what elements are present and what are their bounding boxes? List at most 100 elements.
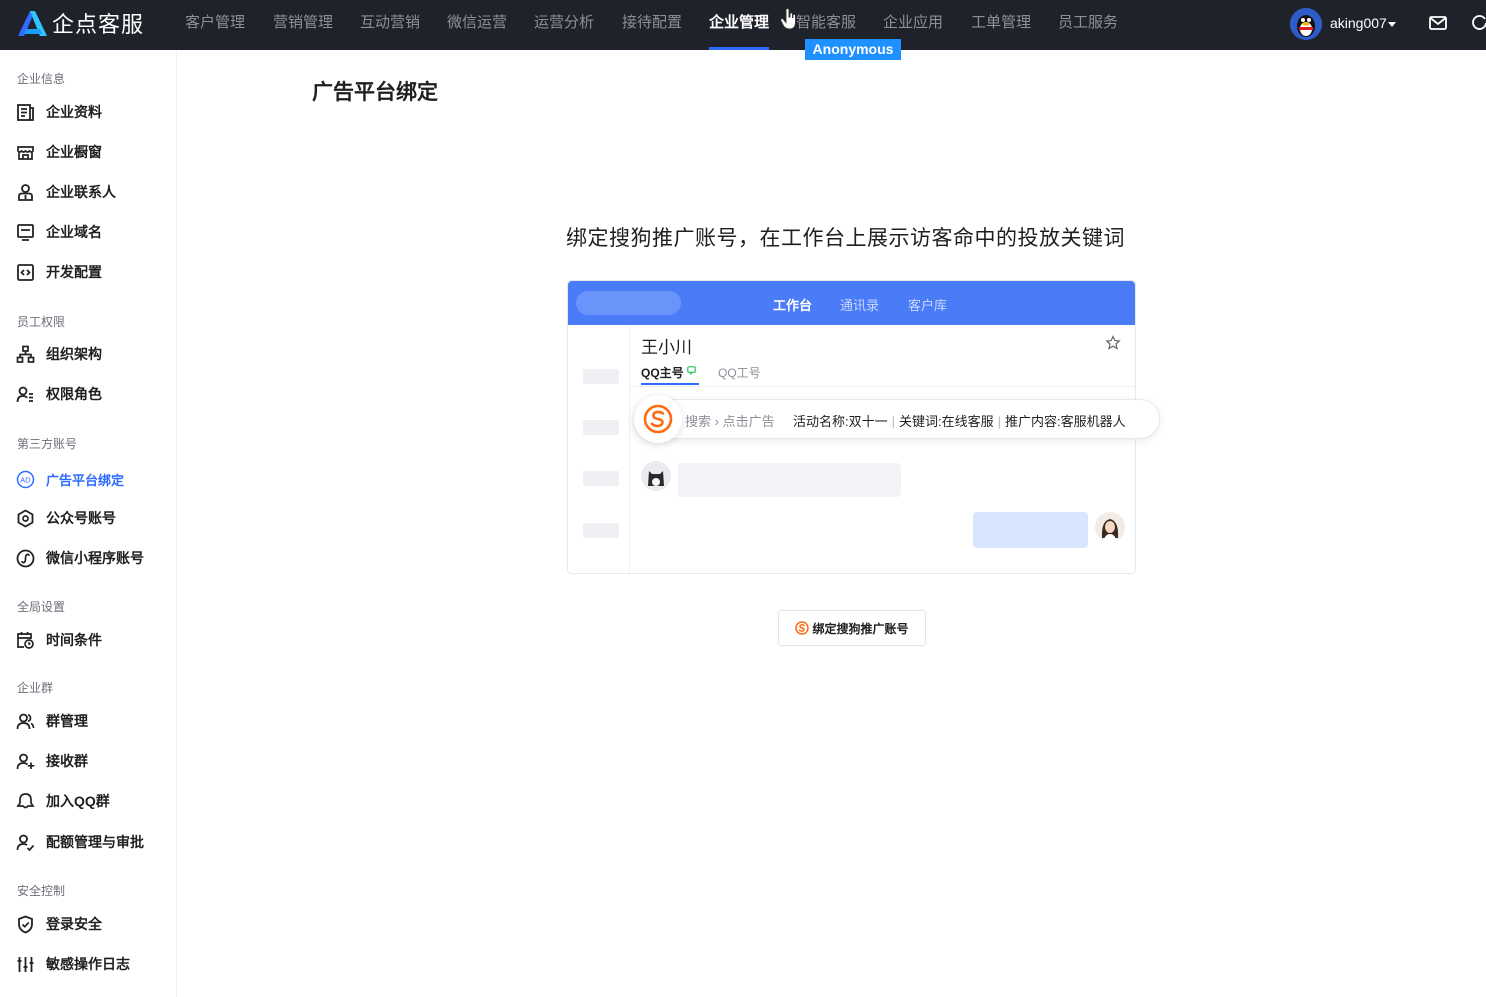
agent-avatar xyxy=(1095,512,1125,542)
visitor-message-placeholder xyxy=(678,463,901,497)
sidebar-item-enterprise-profile[interactable]: 企业资料 xyxy=(0,94,176,130)
sidebar-group-staff-permissions: 员工权限 xyxy=(17,315,66,329)
preview-tab-qq-work: QQ工号 xyxy=(718,366,761,380)
nav-interactive-marketing[interactable]: 互动营销 xyxy=(360,0,420,50)
bind-button-label: 绑定搜狗推广账号 xyxy=(812,621,909,636)
ad-campaign-name: 活动名称:双十一 xyxy=(793,414,888,429)
sidebar-item-permission-roles[interactable]: 权限角色 xyxy=(0,376,176,412)
preview-session-list xyxy=(568,325,630,573)
separator: | xyxy=(997,414,1002,429)
ad-badge-icon: AD xyxy=(16,470,35,488)
sidebar-item-label: 群管理 xyxy=(46,713,88,729)
sidebar-item-time-conditions[interactable]: 时间条件 xyxy=(0,622,176,658)
sidebar-item-label: 开发配置 xyxy=(46,264,102,280)
ad-content: 推广内容:客服机器人 xyxy=(1005,414,1126,429)
preview-contact-name: 王小川 xyxy=(641,338,692,357)
user-avatar[interactable] xyxy=(1290,8,1322,40)
agent-message-placeholder xyxy=(973,512,1088,548)
group-icon xyxy=(16,713,35,729)
username[interactable]: aking007 xyxy=(1330,15,1387,31)
sidebar-item-enterprise-contacts[interactable]: 企业联系人 xyxy=(0,174,176,210)
anonymous-tag: Anonymous xyxy=(805,39,901,60)
sidebar-item-join-qq-group[interactable]: 加入QQ群 xyxy=(0,783,176,819)
cat-avatar-icon xyxy=(641,461,671,491)
penguin-avatar-icon xyxy=(1290,8,1322,40)
preview-header: 工作台 通讯录 客户库 xyxy=(568,281,1135,325)
sidebar-item-enterprise-showcase[interactable]: 企业橱窗 xyxy=(0,134,176,170)
sidebar-group-security-control: 安全控制 xyxy=(17,884,66,898)
sidebar-item-label: 企业资料 xyxy=(46,104,102,120)
nav-enterprise-management[interactable]: 企业管理 xyxy=(709,0,769,50)
sogou-logo xyxy=(634,395,682,443)
bind-sogou-account-button[interactable]: 绑定搜狗推广账号 xyxy=(778,610,926,646)
sidebar-item-label: 敏感操作日志 xyxy=(46,956,130,972)
nav-customer-management[interactable]: 客户管理 xyxy=(185,0,245,50)
star-icon xyxy=(1105,335,1121,350)
sidebar-item-ad-platform-binding[interactable]: AD 广告平台绑定 xyxy=(0,461,176,497)
hand-cursor-icon xyxy=(780,8,796,30)
active-nav-indicator xyxy=(709,47,769,50)
refresh-icon[interactable] xyxy=(1472,15,1486,31)
sidebar-group-global-settings: 全局设置 xyxy=(17,600,66,614)
user-menu-caret-icon[interactable] xyxy=(1388,22,1396,27)
ad-source-path: 搜索 › 点击广告 xyxy=(685,411,775,430)
logo-icon xyxy=(18,11,47,36)
preview-tab-qq-main: QQ主号 xyxy=(641,366,684,380)
nav-marketing-management[interactable]: 营销管理 xyxy=(273,0,333,50)
sidebar-item-login-security[interactable]: 登录安全 xyxy=(0,906,176,942)
woman-avatar-icon xyxy=(1095,512,1125,542)
page-title: 广告平台绑定 xyxy=(312,81,438,104)
sidebar-item-label: 组织架构 xyxy=(46,346,102,362)
mail-icon[interactable] xyxy=(1429,16,1447,30)
nav-employee-service[interactable]: 员工服务 xyxy=(1058,0,1118,50)
placeholder-bar xyxy=(583,420,619,435)
sidebar-item-quota-approval[interactable]: 配额管理与审批 xyxy=(0,824,176,860)
separator: | xyxy=(891,414,896,429)
sogou-icon xyxy=(643,404,673,434)
preview-tab-customer-base: 客户库 xyxy=(908,298,948,313)
top-navigation-bar: 企点客服 客户管理 营销管理 互动营销 微信运营 运营分析 接待配置 企业管理 … xyxy=(0,0,1486,60)
preview-divider xyxy=(630,386,1135,387)
placeholder-bar xyxy=(583,523,619,538)
sliders-icon xyxy=(17,956,34,972)
sidebar-item-dev-config[interactable]: 开发配置 xyxy=(0,254,176,290)
sidebar-group-enterprise-info: 企业信息 xyxy=(17,72,66,86)
sidebar-item-official-account[interactable]: 公众号账号 xyxy=(0,500,176,536)
brand-logo[interactable]: 企点客服 xyxy=(14,8,144,38)
ad-path-step: 搜索 xyxy=(685,414,712,429)
sidebar-item-enterprise-domain[interactable]: 企业域名 xyxy=(0,214,176,250)
calendar-clock-icon xyxy=(17,631,34,649)
sidebar-item-sensitive-operation-log[interactable]: 敏感操作日志 xyxy=(0,946,176,982)
org-chart-icon xyxy=(16,345,35,363)
sidebar-item-mini-program-account[interactable]: 微信小程序账号 xyxy=(0,540,176,576)
nav-enterprise-management-label: 企业管理 xyxy=(709,14,770,31)
user-check-icon xyxy=(16,834,35,851)
placeholder-bar xyxy=(583,471,619,486)
sidebar-item-label: 配额管理与审批 xyxy=(46,834,144,850)
nav-wechat-operation[interactable]: 微信运营 xyxy=(447,0,507,50)
shield-icon xyxy=(18,915,33,933)
nav-operation-analysis[interactable]: 运营分析 xyxy=(534,0,594,50)
sidebar-item-org-structure[interactable]: 组织架构 xyxy=(0,336,176,372)
visitor-avatar xyxy=(641,461,671,491)
sidebar-item-label: 加入QQ群 xyxy=(46,793,110,809)
code-icon xyxy=(17,263,34,281)
nav-ticket-management[interactable]: 工单管理 xyxy=(971,0,1031,50)
preview-search-placeholder xyxy=(576,291,681,315)
storefront-icon xyxy=(17,145,34,160)
binding-headline: 绑定搜狗推广账号，在工作台上展示访客命中的投放关键词 xyxy=(566,227,1125,250)
sidebar-item-group-management[interactable]: 群管理 xyxy=(0,703,176,739)
add-group-icon xyxy=(16,753,35,769)
sidebar-item-label: 广告平台绑定 xyxy=(46,472,125,488)
sidebar-item-label: 微信小程序账号 xyxy=(46,550,144,566)
sidebar: 企业信息 企业资料 企业橱窗 企业联系人 企业域名 开发配置 员工权限 组织架构… xyxy=(0,50,177,997)
user-role-icon xyxy=(16,386,33,402)
sidebar-item-label: 接收群 xyxy=(46,753,88,769)
sidebar-item-label: 企业域名 xyxy=(46,224,102,240)
sidebar-item-receiving-groups[interactable]: 接收群 xyxy=(0,743,176,779)
ad-info-fields: 活动名称:双十一 | 关键词:在线客服 | 推广内容:客服机器人 xyxy=(793,411,1126,430)
nav-reception-config[interactable]: 接待配置 xyxy=(622,0,682,50)
document-icon xyxy=(17,103,34,121)
official-account-icon xyxy=(17,508,34,528)
preview-tab-workbench: 工作台 xyxy=(773,298,813,313)
